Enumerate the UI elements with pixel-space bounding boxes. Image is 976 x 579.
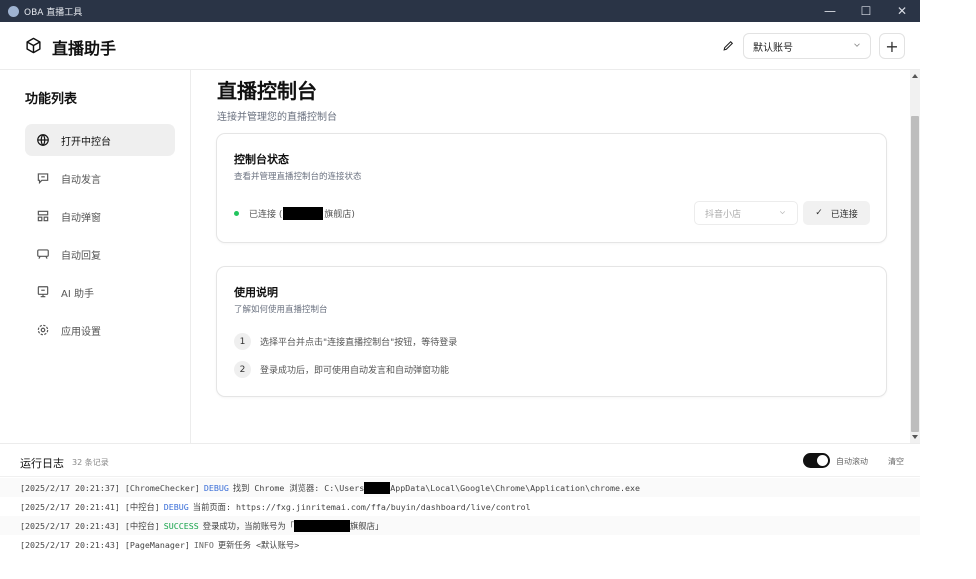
- chevron-down-icon: [854, 43, 860, 47]
- usage-guide-card: 使用说明 了解如何使用直播控制台 1 选择平台并点击"连接直播控制台"按钮，等待…: [216, 266, 887, 397]
- chevron-down-icon: [779, 211, 786, 215]
- log-message: 找到 Chrome 浏览器: C:\Users: [232, 482, 365, 493]
- step-text: 登录成功后，即可使用自动发言和自动弹窗功能: [260, 366, 450, 376]
- step-text: 选择平台并点击"连接直播控制台"按钮，等待登录: [260, 338, 458, 348]
- sidebar-item-label: 自动回复: [61, 250, 101, 262]
- log-message: 更新任务 <默认账号>: [217, 539, 300, 550]
- sidebar-item-label: 应用设置: [61, 326, 101, 338]
- sidebar-item-label: AI 助手: [61, 288, 94, 300]
- app-logo-icon: [8, 5, 19, 17]
- window-title: OBA 直播工具: [24, 7, 83, 18]
- step-number: 1: [234, 333, 251, 350]
- log-level: SUCCESS: [163, 520, 199, 531]
- log-time: [2025/2/17 20:21:43]: [20, 539, 120, 550]
- log-level: DEBUG: [163, 501, 189, 512]
- guide-step: 1 选择平台并点击"连接直播控制台"按钮，等待登录: [234, 333, 457, 350]
- window-titlebar: OBA 直播工具 — ☐ ✕: [0, 0, 920, 22]
- log-time: [2025/2/17 20:21:43]: [20, 520, 120, 531]
- card-subtitle: 了解如何使用直播控制台: [234, 305, 328, 315]
- globe-icon: [37, 134, 49, 147]
- app-brand-title: 直播助手: [52, 39, 117, 58]
- card-title: 使用说明: [234, 286, 278, 299]
- clear-log-button[interactable]: 清空: [888, 456, 904, 467]
- reply-icon: [37, 249, 49, 259]
- console-status-card: 控制台状态 查看并管理直播控制台的连接状态 已连接 ( 旗舰店) 抖音小店 ✓ …: [216, 133, 887, 243]
- monitor-icon: [37, 286, 49, 298]
- log-message-tail: AppData\Local\Google\Chrome\Application\…: [390, 482, 640, 493]
- sidebar-item-ai-assistant[interactable]: AI 助手: [25, 276, 175, 308]
- connected-button-label: 已连接: [830, 209, 858, 220]
- connected-button[interactable]: ✓ 已连接: [803, 201, 870, 225]
- grid-icon: [37, 210, 49, 222]
- log-lines: [2025/2/17 20:21:37] [ChromeChecker] DEB…: [0, 478, 920, 554]
- log-source: [中控台]: [124, 501, 160, 512]
- sidebar-item-settings[interactable]: 应用设置: [25, 314, 175, 346]
- guide-step: 2 登录成功后，即可使用自动发言和自动弹窗功能: [234, 361, 449, 378]
- log-line: [2025/2/17 20:21:37] [ChromeChecker] DEB…: [0, 478, 920, 497]
- sidebar-nav: 打开中控台 自动发言 自动弹窗 自动回复 AI 助手 应用设置: [25, 124, 175, 352]
- log-message: 登录成功，当前账号为「: [202, 520, 295, 531]
- page-title: 直播控制台: [217, 79, 317, 103]
- autoscroll-toggle[interactable]: [803, 453, 830, 468]
- check-icon: ✓: [815, 208, 823, 218]
- log-source: [PageManager]: [124, 539, 190, 550]
- log-header: 运行日志 32 条记录 自动滚动 清空: [0, 444, 920, 477]
- status-prefix: 已连接 (: [249, 210, 283, 220]
- connection-status: 已连接 ( 旗舰店): [234, 207, 355, 220]
- log-time: [2025/2/17 20:21:41]: [20, 501, 120, 512]
- log-time: [2025/2/17 20:21:37]: [20, 482, 120, 493]
- toggle-knob: [817, 455, 828, 466]
- close-button[interactable]: ✕: [884, 0, 920, 22]
- scroll-down-icon[interactable]: [912, 435, 918, 439]
- step-number: 2: [234, 361, 251, 378]
- card-subtitle: 查看并管理直播控制台的连接状态: [234, 172, 362, 182]
- sidebar-item-console[interactable]: 打开中控台: [25, 124, 175, 156]
- log-count: 32 条记录: [72, 458, 109, 467]
- app-header: 直播助手 默认账号 +: [0, 22, 920, 70]
- sidebar-item-auto-reply[interactable]: 自动回复: [25, 238, 175, 270]
- main-scrollbar[interactable]: [910, 70, 920, 443]
- window-controls: — ☐ ✕: [812, 0, 920, 22]
- sidebar-item-label: 打开中控台: [61, 136, 111, 148]
- autoscroll-label: 自动滚动: [836, 457, 868, 466]
- log-level: DEBUG: [203, 482, 229, 493]
- main-content: 直播控制台 连接并管理您的直播控制台 控制台状态 查看并管理直播控制台的连接状态…: [192, 70, 910, 443]
- message-icon: [37, 173, 49, 185]
- package-icon: [26, 37, 41, 54]
- log-source: [ChromeChecker]: [124, 482, 200, 493]
- minimize-button[interactable]: —: [812, 0, 848, 22]
- scrollbar-thumb[interactable]: [911, 116, 919, 432]
- log-line: [2025/2/17 20:21:43] [中控台] SUCCESS 登录成功，…: [0, 516, 920, 535]
- log-source: [中控台]: [124, 520, 160, 531]
- sidebar-item-label: 自动弹窗: [61, 212, 101, 224]
- log-title: 运行日志: [20, 457, 64, 470]
- log-panel: 运行日志 32 条记录 自动滚动 清空 [2025/2/17 20:21:37]…: [0, 443, 920, 573]
- sidebar-title: 功能列表: [25, 92, 78, 107]
- log-message: 当前页面: https://fxg.jinritemai.com/ffa/buy…: [192, 501, 531, 512]
- sidebar: 功能列表 打开中控台 自动发言 自动弹窗 自动回复 AI 助手 应用设置: [0, 70, 191, 443]
- log-level: INFO: [193, 539, 214, 550]
- account-select[interactable]: 默认账号: [743, 33, 871, 59]
- log-message-tail: 旗舰店」: [350, 520, 384, 531]
- redacted-block: [283, 207, 324, 220]
- redacted-block: [294, 519, 351, 532]
- log-line: [2025/2/17 20:21:43] [PageManager] INFO …: [0, 535, 920, 554]
- scroll-up-icon[interactable]: [912, 74, 918, 78]
- redacted-block: [364, 481, 391, 494]
- gear-icon: [37, 324, 49, 336]
- status-suffix: 旗舰店): [324, 210, 355, 220]
- add-account-button[interactable]: +: [879, 33, 905, 59]
- platform-select-value: 抖音小店: [705, 209, 742, 220]
- maximize-button[interactable]: ☐: [848, 0, 884, 22]
- sidebar-item-label: 自动发言: [61, 174, 101, 186]
- pencil-icon[interactable]: [722, 39, 735, 52]
- log-line: [2025/2/17 20:21:41] [中控台] DEBUG 当前页面: h…: [0, 497, 920, 516]
- card-title: 控制台状态: [234, 153, 289, 166]
- page-subtitle: 连接并管理您的直播控制台: [217, 112, 337, 123]
- status-dot-icon: [234, 211, 239, 216]
- sidebar-item-auto-popup[interactable]: 自动弹窗: [25, 200, 175, 232]
- account-select-value: 默认账号: [753, 42, 793, 54]
- platform-select[interactable]: 抖音小店: [694, 201, 798, 225]
- sidebar-item-auto-message[interactable]: 自动发言: [25, 162, 175, 194]
